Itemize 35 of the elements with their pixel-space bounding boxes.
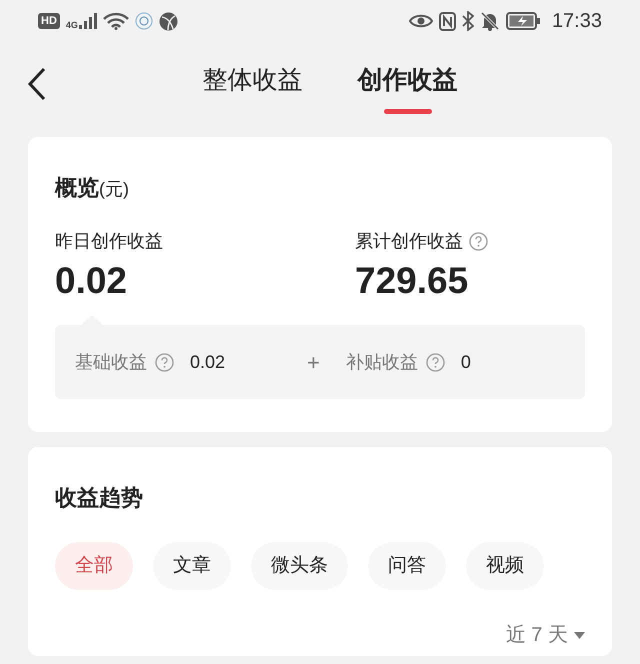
stat-label: 昨日创作收益 <box>55 230 163 253</box>
breakdown-value: 0 <box>460 350 471 374</box>
bell-off-icon <box>480 11 500 31</box>
wifi-icon <box>102 12 129 30</box>
filter-chip[interactable]: 文章 <box>153 542 231 590</box>
breakdown-label: 补贴收益 <box>346 350 418 374</box>
breakdown-label: 基础收益 <box>75 350 147 374</box>
battery-icon <box>506 12 540 30</box>
help-icon <box>426 352 445 372</box>
stat-value: 0.02 <box>55 259 128 303</box>
range-dropdown[interactable]: 近 7 天 <box>506 620 585 650</box>
tab[interactable]: 整体收益 <box>202 54 302 114</box>
back-button[interactable] <box>26 66 48 102</box>
network-type: 4G <box>66 19 78 32</box>
bluetooth-icon <box>462 11 474 31</box>
filter-chip[interactable]: 视频 <box>466 542 544 590</box>
filter-chip[interactable]: 问答 <box>368 542 446 590</box>
help-icon <box>155 352 174 372</box>
stat-label: 累计创作收益 <box>355 230 463 253</box>
signal-icon <box>78 13 97 29</box>
tab[interactable]: 创作收益 <box>358 54 458 114</box>
breakdown-value: 0.02 <box>190 350 226 374</box>
globe-icon <box>158 12 178 30</box>
filter-chip[interactable]: 微头条 <box>251 542 348 590</box>
stat-value: 729.65 <box>355 259 470 303</box>
nfc-icon <box>438 12 456 30</box>
eye-icon <box>408 13 433 29</box>
card-title: 收益趋势 <box>55 484 144 512</box>
clock-time: 17:33 <box>552 9 602 34</box>
app-icon <box>134 12 153 30</box>
network-badge: HD <box>38 13 60 29</box>
plus-sign: + <box>307 348 320 377</box>
caret-icon <box>574 632 585 639</box>
filter-chip[interactable]: 全部 <box>55 542 133 590</box>
card-title: 概览(元) <box>55 174 130 202</box>
